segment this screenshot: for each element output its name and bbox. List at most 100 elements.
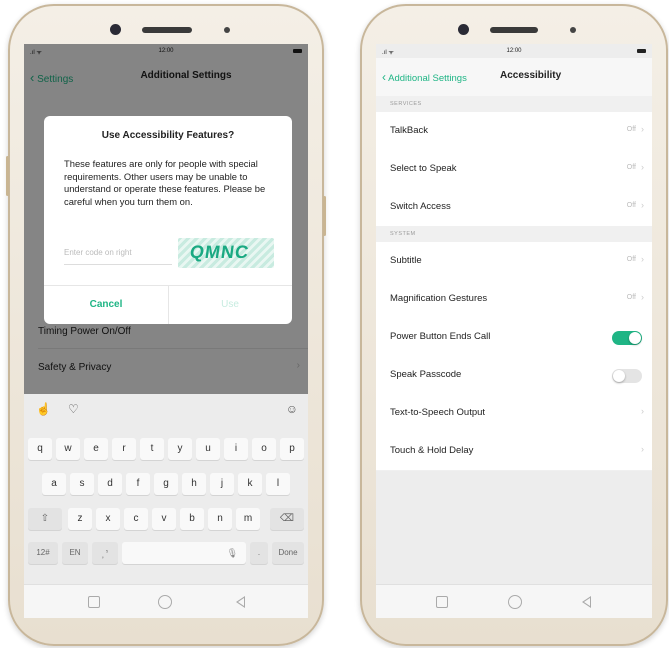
key-r[interactable]: r — [112, 438, 136, 460]
key-l[interactable]: l — [266, 473, 290, 495]
status-time: 12:00 — [506, 48, 522, 54]
list-item[interactable]: Speak Passcode — [376, 356, 652, 395]
shift-key[interactable]: ⇧ — [28, 508, 62, 530]
captcha-image[interactable]: QMNC — [178, 238, 274, 268]
accessibility-dialog: Use Accessibility Features? These featur… — [44, 116, 292, 324]
list-item[interactable]: Magnification Gestures Off › — [376, 280, 652, 319]
gesture-icon[interactable]: ☝ — [36, 402, 51, 416]
space-key[interactable]: 🎙 — [122, 542, 246, 564]
list-item-value: Off — [626, 126, 636, 133]
back-label: Additional Settings — [388, 73, 467, 84]
power-button — [323, 196, 326, 236]
key-j[interactable]: j — [210, 473, 234, 495]
nav-bar — [376, 584, 652, 618]
home-icon[interactable] — [158, 595, 172, 609]
key-z[interactable]: z — [68, 508, 92, 530]
page-title: Accessibility — [500, 70, 562, 81]
list-item-label: Touch & Hold Delay — [390, 445, 474, 456]
list-item-value: Off — [626, 202, 636, 209]
right-phone-frame: .ıl ᯤ 12:00 ‹ Additional Settings Access… — [360, 4, 668, 646]
punct-key[interactable]: , ⁵ — [92, 542, 118, 564]
status-bar: .ıl ᯤ 12:00 — [376, 44, 652, 58]
chevron-right-icon: › — [641, 406, 644, 416]
use-button[interactable]: Use — [168, 286, 292, 324]
key-f[interactable]: f — [126, 473, 150, 495]
captcha-text: QMNC — [188, 242, 251, 262]
dialog-title: Use Accessibility Features? — [101, 130, 235, 141]
list-item[interactable]: Subtitle Off › — [376, 242, 652, 281]
done-key[interactable]: Done — [272, 542, 304, 564]
key-b[interactable]: b — [180, 508, 204, 530]
list-item-label: Magnification Gestures — [390, 293, 488, 304]
key-s[interactable]: s — [70, 473, 94, 495]
section-header: SYSTEM — [376, 226, 652, 242]
key-a[interactable]: a — [42, 473, 66, 495]
key-q[interactable]: q — [28, 438, 52, 460]
key-w[interactable]: w — [56, 438, 80, 460]
list-item-value: Off — [626, 294, 636, 301]
theme-icon[interactable]: ♡ — [68, 402, 79, 416]
chevron-right-icon: › — [641, 162, 644, 172]
back-button[interactable]: ‹ Additional Settings — [382, 70, 467, 84]
list-item[interactable]: Text-to-Speech Output › — [376, 394, 652, 433]
key-x[interactable]: x — [96, 508, 120, 530]
left-screen: .ıl ᯤ 12:00 ‹ Settings Additional Settin… — [24, 44, 308, 618]
keyboard-toolbar: ☝ ♡ ☺ — [24, 394, 308, 424]
section-label: SYSTEM — [390, 231, 416, 237]
back-icon[interactable] — [582, 596, 591, 608]
emoji-icon[interactable]: ☺ — [286, 402, 298, 416]
right-screen: .ıl ᯤ 12:00 ‹ Additional Settings Access… — [376, 44, 652, 618]
key-e[interactable]: e — [84, 438, 108, 460]
key-c[interactable]: c — [124, 508, 148, 530]
key-y[interactable]: y — [168, 438, 192, 460]
key-i[interactable]: i — [224, 438, 248, 460]
key-k[interactable]: k — [238, 473, 262, 495]
keyboard: ☝ ♡ ☺ qwertyuiop asdfghjkl zxcvbnm ⇧ ⌫ 1… — [24, 394, 308, 584]
key-d[interactable]: d — [98, 473, 122, 495]
list-item-value: Off — [626, 164, 636, 171]
delete-key[interactable]: ⌫ — [270, 508, 304, 530]
list-item[interactable]: Select to Speak Off › — [376, 150, 652, 189]
front-camera-icon — [458, 24, 469, 35]
mic-icon: 🎙 — [226, 548, 238, 558]
front-camera-icon — [110, 24, 121, 35]
battery-icon — [637, 49, 646, 53]
toggle-switch[interactable] — [612, 369, 642, 383]
key-m[interactable]: m — [236, 508, 260, 530]
list-item[interactable]: Switch Access Off › — [376, 188, 652, 227]
recents-icon[interactable] — [436, 596, 448, 608]
dialog-message: These features are only for people with … — [64, 158, 266, 207]
code-input[interactable]: Enter code on right — [64, 248, 132, 257]
toggle-switch[interactable] — [612, 331, 642, 345]
list-item-label: Power Button Ends Call — [390, 331, 491, 342]
period-key[interactable]: . — [250, 542, 268, 564]
key-t[interactable]: t — [140, 438, 164, 460]
back-icon[interactable] — [236, 596, 245, 608]
list-item[interactable]: Touch & Hold Delay › — [376, 432, 652, 471]
home-icon[interactable] — [508, 595, 522, 609]
chevron-right-icon: › — [641, 292, 644, 302]
num-key[interactable]: 12# — [28, 542, 58, 564]
chevron-right-icon: › — [641, 254, 644, 264]
list-item[interactable]: TalkBack Off › — [376, 112, 652, 151]
list-item-label: Select to Speak — [390, 163, 457, 174]
key-p[interactable]: p — [280, 438, 304, 460]
chevron-left-icon: ‹ — [382, 70, 386, 84]
list-item-label: Switch Access — [390, 201, 451, 212]
key-n[interactable]: n — [208, 508, 232, 530]
lang-key[interactable]: EN — [62, 542, 88, 564]
cancel-button[interactable]: Cancel — [44, 286, 168, 324]
sensor-dot — [570, 27, 576, 33]
chevron-right-icon: › — [641, 124, 644, 134]
key-h[interactable]: h — [182, 473, 206, 495]
key-o[interactable]: o — [252, 438, 276, 460]
list-item-label: Text-to-Speech Output — [390, 407, 486, 418]
dialog-buttons: Cancel Use — [44, 285, 292, 324]
key-g[interactable]: g — [154, 473, 178, 495]
key-v[interactable]: v — [152, 508, 176, 530]
key-u[interactable]: u — [196, 438, 220, 460]
list-item[interactable]: Power Button Ends Call — [376, 318, 652, 357]
toggle-knob — [613, 370, 625, 382]
recents-icon[interactable] — [88, 596, 100, 608]
toggle-knob — [629, 332, 641, 344]
